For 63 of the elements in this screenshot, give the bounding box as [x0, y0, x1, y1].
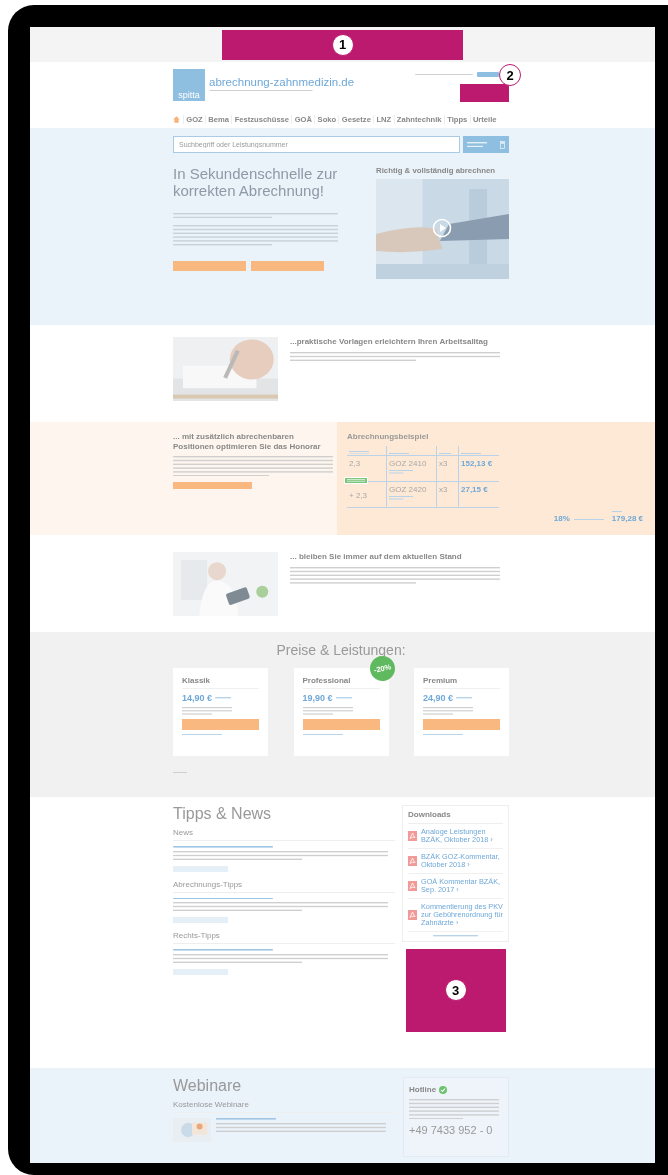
category-title: Abrechnungs-Tipps — [173, 879, 395, 893]
logo[interactable]: spitta — [173, 69, 205, 101]
increase-text: 18% — [553, 514, 570, 524]
phone-number[interactable]: +49 7433 952 - 0 — [409, 1124, 503, 1137]
calculator-button[interactable] — [463, 136, 509, 153]
cta-button[interactable] — [173, 482, 252, 490]
position-code: GOZ 2410 — [389, 459, 428, 468]
play-icon[interactable] — [432, 218, 452, 238]
pdf-icon — [408, 831, 417, 841]
example-title: Abrechnungsbeispiel — [347, 432, 430, 441]
site-name: abrechnung-zahnmedizin.de — [209, 76, 355, 88]
blurred-text-drawing — [389, 496, 413, 500]
number-marker: 1 — [331, 33, 354, 56]
factor-value: + 2,3 — [349, 491, 368, 500]
tips-title: Tipps & News — [173, 805, 273, 823]
blurred-text-drawing — [467, 141, 487, 148]
pdf-icon — [408, 910, 417, 921]
plan-price: 19,90 € — [302, 693, 333, 703]
cta-button[interactable] — [173, 260, 246, 271]
plan-price: 14,90 € — [182, 693, 213, 703]
feature-title: ... bleiben Sie immer auf dem aktuellen Stand — [290, 552, 463, 562]
downloads-title: Downloads — [408, 810, 503, 824]
section-title: ... mit zusätzlich abrechenbaren Positionen optimieren Sie das Honorar — [173, 432, 322, 452]
blurred-text-drawing — [389, 470, 413, 474]
trial-button[interactable] — [302, 718, 380, 730]
blurred-text-drawing — [423, 707, 473, 715]
quantity: x3 — [439, 485, 449, 494]
show-all-button[interactable] — [173, 865, 228, 872]
cta-button[interactable] — [251, 260, 324, 271]
pdf-icon — [408, 881, 417, 892]
calculator-icon — [500, 140, 505, 149]
amount: 27,15 € — [461, 485, 489, 494]
category-title: Rechts-Tipps — [173, 931, 395, 945]
number-marker: 3 — [444, 979, 467, 1002]
pdf-icon — [408, 856, 417, 867]
check-icon — [439, 1085, 448, 1094]
trial-button[interactable] — [423, 718, 500, 730]
trial-button[interactable] — [182, 718, 259, 730]
blurred-text-drawing — [302, 707, 353, 715]
show-all-button[interactable] — [173, 968, 228, 975]
blurred-text-drawing — [182, 707, 232, 715]
total-amount: 179,28 € — [611, 514, 643, 524]
blurred-text-drawing — [349, 450, 369, 454]
plan-name: Klassik — [182, 676, 259, 689]
plan-name: Professional — [302, 676, 380, 689]
home-icon[interactable] — [173, 115, 180, 123]
blurred-text-drawing — [347, 479, 365, 482]
amount: 152,13 € — [461, 459, 494, 468]
feature-title: ...praktische Vorlagen erleichtern Ihren Arbeitsalltag — [290, 337, 489, 347]
position-code: GOZ 2420 — [389, 485, 428, 494]
top-button[interactable] — [477, 72, 499, 77]
number-marker: 2 — [499, 64, 521, 86]
hotline-title: Hotline — [409, 1085, 437, 1094]
plan-name: Premium — [423, 676, 500, 689]
plan-price: 24,90 € — [423, 693, 454, 703]
quantity: x3 — [439, 459, 449, 468]
factor-value: 2,3 — [349, 459, 362, 468]
category-title: News — [173, 828, 395, 841]
category-title: Kostenlose Webinare — [173, 1100, 395, 1113]
show-all-button[interactable] — [173, 917, 228, 924]
webinars-title: Webinare — [173, 1077, 243, 1095]
blurred-text-drawing — [415, 73, 473, 76]
hero-title: In Sekundenschnelle zur korrekten Abrechnung! — [173, 166, 339, 199]
